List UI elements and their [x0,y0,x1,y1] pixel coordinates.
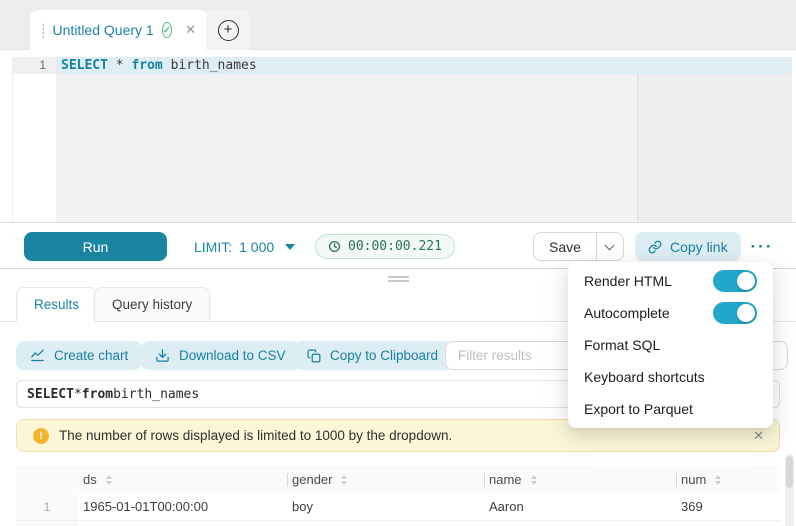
tab-close-icon[interactable]: ✕ [185,22,196,38]
caret-down-icon [285,244,295,250]
panel-resize-handle[interactable] [388,276,409,284]
query-tab-bar: Untitled Query 1 ✓ ✕ + [0,0,796,50]
column-header-num[interactable]: num [676,466,780,493]
sql-star: * [116,58,124,73]
more-options-button[interactable]: ··· [746,232,778,261]
results-table: ds gender name num 1 1965-01-01T00:00:00 [16,466,780,526]
sql-editor[interactable]: 1 SELECT * from birth_names [0,51,796,223]
sort-icon[interactable] [715,475,721,485]
row-number-cell: 1 [16,493,78,520]
autocomplete-toggle[interactable] [713,302,757,324]
table-header-row: ds gender name num [16,466,780,493]
sql-keyword: SELECT [61,58,108,73]
column-header-gender[interactable]: gender [287,466,484,493]
beyond-margin-area [638,74,792,222]
table-row: 1 1965-01-01T00:00:00 boy Aaron 369 [16,493,780,521]
options-dropdown-menu: Render HTML Autocomplete Format SQL Keyb… [568,262,773,428]
copy-to-clipboard-button[interactable]: Copy to Clipboard [293,341,452,370]
header-label: ds [83,472,97,487]
row-number-cell [16,521,78,526]
copy-to-clipboard-label: Copy to Clipboard [330,348,438,363]
column-divider [676,473,677,486]
editor-background [56,74,792,222]
elapsed-time: 00:00:00.221 [348,239,442,254]
preview-table-name: birth_names [113,387,199,402]
query-success-check-icon: ✓ [162,22,172,38]
menu-item-label: Render HTML [584,273,672,289]
query-timer-badge: 00:00:00.221 [315,234,455,259]
sql-keyword: from [131,58,162,73]
limit-dropdown[interactable]: LIMIT: 1 000 [194,232,295,261]
tab-drag-handle-icon[interactable] [42,23,44,38]
results-scrollbar[interactable] [785,454,794,526]
cell-ds: 1965-01-01T00:00:00 [78,493,287,520]
gutter-rail [12,74,13,222]
plus-circle-icon: + [218,20,239,41]
sql-lab-app: Untitled Query 1 ✓ ✕ + 1 SELECT * from b… [0,0,796,526]
column-header-name[interactable]: name [484,466,676,493]
link-icon [648,240,662,254]
tab-title: Untitled Query 1 [53,22,154,38]
preview-keyword: from [82,387,113,402]
run-button[interactable]: Run [24,232,167,261]
copy-link-button[interactable]: Copy link [635,232,741,261]
header-label: num [681,472,706,487]
save-options-button[interactable] [596,233,623,260]
save-button[interactable]: Save [534,233,596,260]
menu-item-export-parquet[interactable]: Export to Parquet [568,393,773,425]
sql-code-line[interactable]: SELECT * from birth_names [61,58,257,74]
warning-icon: ! [33,428,49,444]
clock-icon [328,240,341,253]
chevron-down-icon [605,240,615,250]
create-chart-label: Create chart [54,348,128,363]
copy-icon [307,349,321,363]
menu-item-keyboard-shortcuts[interactable]: Keyboard shortcuts [568,361,773,393]
add-tab-button[interactable]: + [206,10,250,50]
menu-item-label: Export to Parquet [584,401,693,417]
sort-icon[interactable] [341,475,347,485]
copy-link-label: Copy link [670,239,728,255]
sql-table-name: birth_names [171,58,257,73]
tab-untitled-query[interactable]: Untitled Query 1 ✓ ✕ [30,10,208,50]
limit-label: LIMIT: [194,239,232,255]
cell-gender: boy [287,493,484,520]
menu-item-autocomplete[interactable]: Autocomplete [568,297,773,329]
header-label: gender [292,472,332,487]
row-number-header [16,466,78,493]
menu-item-label: Keyboard shortcuts [584,369,705,385]
create-chart-button[interactable]: Create chart [16,341,142,370]
banner-close-icon[interactable]: ✕ [753,428,764,444]
download-csv-button[interactable]: Download to CSV [141,341,300,370]
line-number: 1 [12,57,56,74]
download-icon [155,348,170,363]
warning-message: The number of rows displayed is limited … [59,428,452,443]
menu-item-format-sql[interactable]: Format SQL [568,329,773,361]
sort-icon[interactable] [531,475,537,485]
scrollbar-thumb[interactable] [786,456,793,488]
limit-value: 1 000 [239,239,274,255]
table-row-partial [16,521,780,526]
column-divider [484,473,485,486]
cell-name: Aaron [484,493,676,520]
column-divider [287,473,288,486]
render-html-toggle[interactable] [713,270,757,292]
cell-num: 369 [676,493,780,520]
sort-icon[interactable] [106,475,112,485]
save-split-button: Save [533,232,624,261]
menu-item-label: Autocomplete [584,305,670,321]
menu-item-label: Format SQL [584,337,660,353]
column-header-ds[interactable]: ds [78,466,287,493]
download-csv-label: Download to CSV [179,348,286,363]
tab-results[interactable]: Results [16,287,97,322]
header-label: name [489,472,522,487]
preview-star: * [74,387,82,402]
chart-line-icon [30,348,45,363]
menu-item-render-html[interactable]: Render HTML [568,265,773,297]
tab-query-history[interactable]: Query history [94,287,210,322]
preview-keyword: SELECT [27,387,74,402]
